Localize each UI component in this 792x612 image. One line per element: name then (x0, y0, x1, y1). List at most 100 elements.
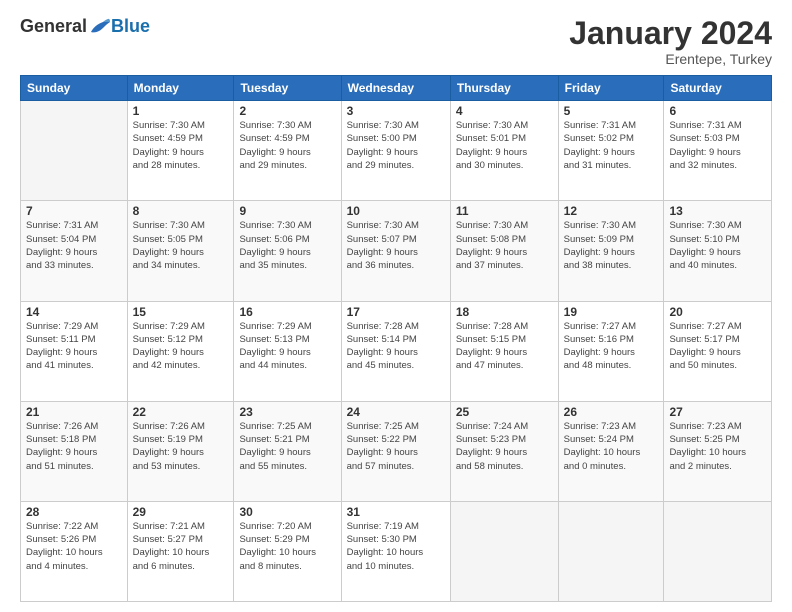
calendar-cell (21, 101, 128, 201)
calendar-cell: 22Sunrise: 7:26 AM Sunset: 5:19 PM Dayli… (127, 401, 234, 501)
calendar-cell: 15Sunrise: 7:29 AM Sunset: 5:12 PM Dayli… (127, 301, 234, 401)
day-number: 22 (133, 405, 229, 419)
day-info: Sunrise: 7:29 AM Sunset: 5:11 PM Dayligh… (26, 320, 122, 373)
calendar-cell: 3Sunrise: 7:30 AM Sunset: 5:00 PM Daylig… (341, 101, 450, 201)
day-number: 12 (564, 204, 659, 218)
header-sunday: Sunday (21, 76, 128, 101)
calendar-cell: 14Sunrise: 7:29 AM Sunset: 5:11 PM Dayli… (21, 301, 128, 401)
day-number: 13 (669, 204, 766, 218)
calendar-cell (558, 501, 664, 601)
day-info: Sunrise: 7:30 AM Sunset: 5:06 PM Dayligh… (239, 219, 335, 272)
logo-general-text: General (20, 16, 87, 37)
day-number: 10 (347, 204, 445, 218)
day-info: Sunrise: 7:22 AM Sunset: 5:26 PM Dayligh… (26, 520, 122, 573)
calendar-week-0: 1Sunrise: 7:30 AM Sunset: 4:59 PM Daylig… (21, 101, 772, 201)
calendar-cell: 7Sunrise: 7:31 AM Sunset: 5:04 PM Daylig… (21, 201, 128, 301)
day-number: 29 (133, 505, 229, 519)
calendar-cell: 10Sunrise: 7:30 AM Sunset: 5:07 PM Dayli… (341, 201, 450, 301)
day-info: Sunrise: 7:30 AM Sunset: 5:05 PM Dayligh… (133, 219, 229, 272)
day-info: Sunrise: 7:30 AM Sunset: 5:08 PM Dayligh… (456, 219, 553, 272)
day-number: 21 (26, 405, 122, 419)
calendar-cell (664, 501, 772, 601)
header-wednesday: Wednesday (341, 76, 450, 101)
calendar-cell: 23Sunrise: 7:25 AM Sunset: 5:21 PM Dayli… (234, 401, 341, 501)
day-info: Sunrise: 7:30 AM Sunset: 5:10 PM Dayligh… (669, 219, 766, 272)
header-saturday: Saturday (664, 76, 772, 101)
calendar-cell: 30Sunrise: 7:20 AM Sunset: 5:29 PM Dayli… (234, 501, 341, 601)
day-info: Sunrise: 7:30 AM Sunset: 4:59 PM Dayligh… (239, 119, 335, 172)
day-info: Sunrise: 7:28 AM Sunset: 5:14 PM Dayligh… (347, 320, 445, 373)
day-number: 19 (564, 305, 659, 319)
calendar-cell: 19Sunrise: 7:27 AM Sunset: 5:16 PM Dayli… (558, 301, 664, 401)
day-info: Sunrise: 7:30 AM Sunset: 5:09 PM Dayligh… (564, 219, 659, 272)
day-info: Sunrise: 7:30 AM Sunset: 5:00 PM Dayligh… (347, 119, 445, 172)
day-info: Sunrise: 7:19 AM Sunset: 5:30 PM Dayligh… (347, 520, 445, 573)
day-number: 4 (456, 104, 553, 118)
day-info: Sunrise: 7:27 AM Sunset: 5:16 PM Dayligh… (564, 320, 659, 373)
calendar-cell: 13Sunrise: 7:30 AM Sunset: 5:10 PM Dayli… (664, 201, 772, 301)
calendar-cell: 26Sunrise: 7:23 AM Sunset: 5:24 PM Dayli… (558, 401, 664, 501)
day-number: 14 (26, 305, 122, 319)
calendar-cell: 9Sunrise: 7:30 AM Sunset: 5:06 PM Daylig… (234, 201, 341, 301)
calendar-week-4: 28Sunrise: 7:22 AM Sunset: 5:26 PM Dayli… (21, 501, 772, 601)
calendar-cell: 6Sunrise: 7:31 AM Sunset: 5:03 PM Daylig… (664, 101, 772, 201)
day-info: Sunrise: 7:25 AM Sunset: 5:21 PM Dayligh… (239, 420, 335, 473)
day-number: 20 (669, 305, 766, 319)
day-info: Sunrise: 7:26 AM Sunset: 5:18 PM Dayligh… (26, 420, 122, 473)
location: Erentepe, Turkey (569, 51, 772, 67)
day-info: Sunrise: 7:27 AM Sunset: 5:17 PM Dayligh… (669, 320, 766, 373)
calendar-cell: 24Sunrise: 7:25 AM Sunset: 5:22 PM Dayli… (341, 401, 450, 501)
day-info: Sunrise: 7:31 AM Sunset: 5:02 PM Dayligh… (564, 119, 659, 172)
calendar-week-2: 14Sunrise: 7:29 AM Sunset: 5:11 PM Dayli… (21, 301, 772, 401)
logo-blue-text: Blue (111, 16, 150, 37)
day-info: Sunrise: 7:30 AM Sunset: 5:07 PM Dayligh… (347, 219, 445, 272)
day-number: 5 (564, 104, 659, 118)
day-number: 24 (347, 405, 445, 419)
calendar-cell: 21Sunrise: 7:26 AM Sunset: 5:18 PM Dayli… (21, 401, 128, 501)
day-info: Sunrise: 7:24 AM Sunset: 5:23 PM Dayligh… (456, 420, 553, 473)
header-tuesday: Tuesday (234, 76, 341, 101)
calendar-cell: 8Sunrise: 7:30 AM Sunset: 5:05 PM Daylig… (127, 201, 234, 301)
calendar-cell: 16Sunrise: 7:29 AM Sunset: 5:13 PM Dayli… (234, 301, 341, 401)
page: General Blue January 2024 Erentepe, Turk… (0, 0, 792, 612)
calendar-cell: 1Sunrise: 7:30 AM Sunset: 4:59 PM Daylig… (127, 101, 234, 201)
calendar-week-1: 7Sunrise: 7:31 AM Sunset: 5:04 PM Daylig… (21, 201, 772, 301)
day-info: Sunrise: 7:26 AM Sunset: 5:19 PM Dayligh… (133, 420, 229, 473)
day-info: Sunrise: 7:30 AM Sunset: 4:59 PM Dayligh… (133, 119, 229, 172)
day-number: 15 (133, 305, 229, 319)
day-info: Sunrise: 7:29 AM Sunset: 5:13 PM Dayligh… (239, 320, 335, 373)
day-info: Sunrise: 7:21 AM Sunset: 5:27 PM Dayligh… (133, 520, 229, 573)
day-number: 18 (456, 305, 553, 319)
day-number: 26 (564, 405, 659, 419)
day-number: 31 (347, 505, 445, 519)
calendar-cell: 11Sunrise: 7:30 AM Sunset: 5:08 PM Dayli… (450, 201, 558, 301)
day-number: 16 (239, 305, 335, 319)
day-number: 25 (456, 405, 553, 419)
day-number: 30 (239, 505, 335, 519)
calendar-cell: 5Sunrise: 7:31 AM Sunset: 5:02 PM Daylig… (558, 101, 664, 201)
calendar-cell: 12Sunrise: 7:30 AM Sunset: 5:09 PM Dayli… (558, 201, 664, 301)
header-row: Sunday Monday Tuesday Wednesday Thursday… (21, 76, 772, 101)
day-info: Sunrise: 7:31 AM Sunset: 5:04 PM Dayligh… (26, 219, 122, 272)
header-thursday: Thursday (450, 76, 558, 101)
day-number: 11 (456, 204, 553, 218)
logo: General Blue (20, 16, 150, 37)
day-number: 28 (26, 505, 122, 519)
calendar-cell: 4Sunrise: 7:30 AM Sunset: 5:01 PM Daylig… (450, 101, 558, 201)
day-number: 7 (26, 204, 122, 218)
day-number: 1 (133, 104, 229, 118)
header-monday: Monday (127, 76, 234, 101)
calendar-cell: 27Sunrise: 7:23 AM Sunset: 5:25 PM Dayli… (664, 401, 772, 501)
day-info: Sunrise: 7:23 AM Sunset: 5:25 PM Dayligh… (669, 420, 766, 473)
day-number: 2 (239, 104, 335, 118)
calendar-table: Sunday Monday Tuesday Wednesday Thursday… (20, 75, 772, 602)
calendar-cell: 28Sunrise: 7:22 AM Sunset: 5:26 PM Dayli… (21, 501, 128, 601)
day-number: 8 (133, 204, 229, 218)
calendar-cell: 29Sunrise: 7:21 AM Sunset: 5:27 PM Dayli… (127, 501, 234, 601)
calendar-cell: 17Sunrise: 7:28 AM Sunset: 5:14 PM Dayli… (341, 301, 450, 401)
calendar-cell: 18Sunrise: 7:28 AM Sunset: 5:15 PM Dayli… (450, 301, 558, 401)
day-number: 23 (239, 405, 335, 419)
calendar-cell (450, 501, 558, 601)
day-info: Sunrise: 7:31 AM Sunset: 5:03 PM Dayligh… (669, 119, 766, 172)
day-info: Sunrise: 7:23 AM Sunset: 5:24 PM Dayligh… (564, 420, 659, 473)
